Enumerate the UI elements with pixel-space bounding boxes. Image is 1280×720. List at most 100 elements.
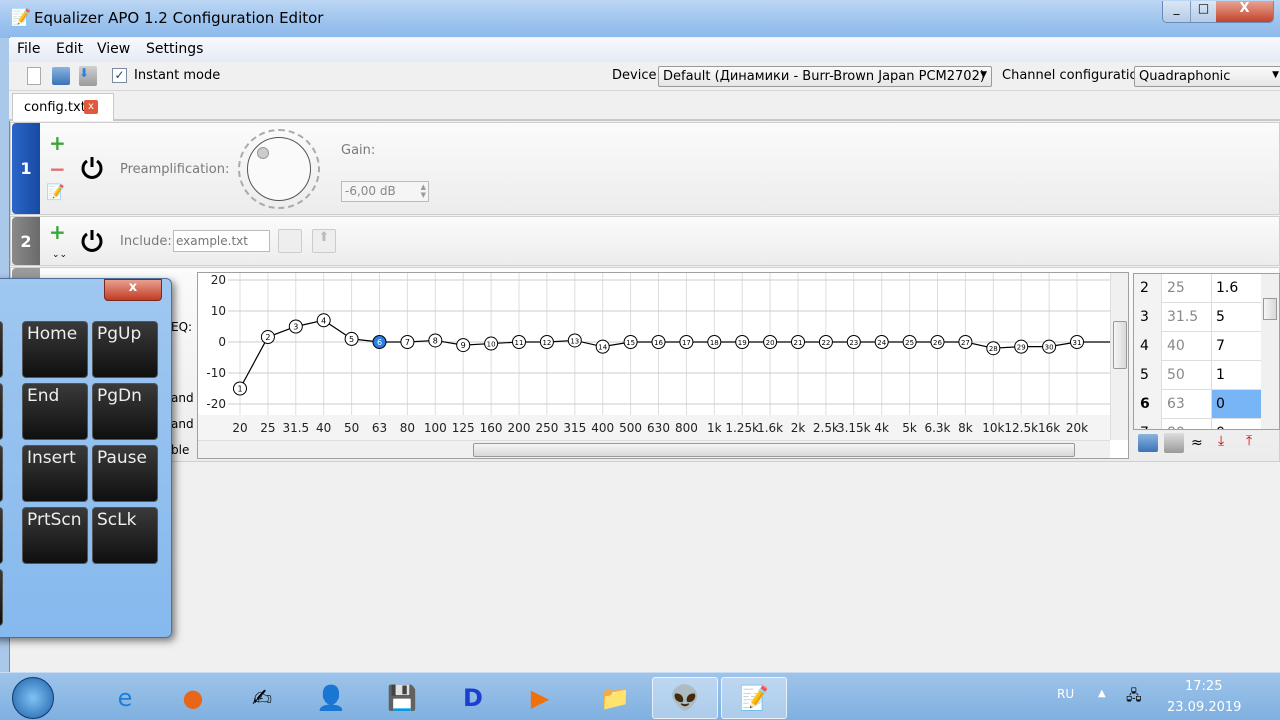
menu-view[interactable]: View [97,41,130,57]
eq-point-label[interactable]: 26 [933,339,942,347]
eq-point-label[interactable]: 29 [1017,344,1026,352]
reset-icon[interactable]: ⤒ [1246,433,1252,449]
expand-icon[interactable]: ⌄⌄ [52,250,67,260]
eq-point-label[interactable]: 22 [821,339,830,347]
eq-point-label[interactable]: 19 [738,339,747,347]
key-prtscn[interactable]: PrtScn [22,507,88,564]
eq-point-label[interactable]: 31 [1073,339,1082,347]
save-icon[interactable] [1164,433,1184,453]
key-home[interactable]: Home [22,321,88,378]
table-row[interactable]: 4 40 7 [1134,332,1261,361]
floppy-icon[interactable]: 💾 [372,677,432,719]
eq-point-label[interactable]: 10 [487,341,496,349]
eq-point-label[interactable]: 6 [377,338,382,347]
table-row[interactable]: 2 25 1.6 [1134,274,1261,303]
key-end[interactable]: End [22,383,88,440]
eq-point-label[interactable]: 20 [766,339,775,347]
spinner-arrows-icon[interactable]: ▲ ▼ [421,183,426,199]
minimize-button[interactable]: _ [1163,1,1190,22]
title-bar[interactable]: 📝 Equalizer APO 1.2 Configuration Editor… [0,0,1280,38]
eq-point-label[interactable]: 13 [570,337,579,345]
eq-point-label[interactable]: 1 [237,385,242,394]
clock-time[interactable]: 17:25 [1185,679,1222,694]
key-partial[interactable] [0,383,3,440]
scroll-thumb[interactable] [1263,298,1277,320]
edit-icon[interactable]: 📝 [46,183,65,201]
eq-point-label[interactable]: 23 [849,339,858,347]
power-icon[interactable] [79,228,105,254]
remove-icon[interactable]: − [49,157,66,181]
table-row[interactable]: 5 50 1 [1134,361,1261,390]
eq-point-label[interactable]: 2 [265,333,270,342]
close-button[interactable]: X [1216,1,1273,22]
eq-point-label[interactable]: 25 [905,339,914,347]
key-partial[interactable] [0,507,3,564]
table-row[interactable]: 6 63 0 [1134,390,1261,419]
save-file-icon[interactable]: ⬇ [79,66,97,86]
eq-point-label[interactable]: 28 [989,345,998,353]
normalize-icon[interactable]: ⤓ [1218,433,1224,449]
language-indicator[interactable]: RU [1057,687,1074,701]
foobar-icon[interactable]: 👽 [652,677,718,719]
include-file-input[interactable] [173,230,270,252]
eq-point-label[interactable]: 24 [877,339,886,347]
eq-chart[interactable]: 20100-10-2020 25 31.5 40 50 63 80 100 125 160 200 2… [198,273,1110,440]
eq-point-label[interactable]: 3 [293,323,298,332]
eq-point-label[interactable]: 11 [515,339,524,347]
firefox-icon[interactable]: ● [163,677,223,719]
add-icon[interactable]: + [49,131,66,155]
horizontal-scrollbar[interactable] [198,440,1110,458]
band-gain[interactable]: 0 [1211,390,1261,418]
media-player-icon[interactable]: ▶ [510,677,570,719]
internet-explorer-icon[interactable]: e [95,677,155,719]
vertical-scrollbar[interactable] [1110,273,1128,440]
explorer-icon[interactable]: 📁 [585,677,645,719]
band-gain[interactable]: 1.6 [1211,274,1261,302]
scroll-thumb[interactable] [1113,321,1127,369]
daum-player-icon[interactable]: D [443,677,503,719]
new-file-icon[interactable] [27,67,41,85]
upload-icon[interactable]: ⬆ [312,229,336,253]
eq-point-label[interactable]: 16 [654,339,663,347]
key-partial[interactable] [0,321,3,378]
device-select[interactable]: Default (Динамики - Burr-Brown Japan PCM… [658,66,992,87]
open-icon[interactable] [1138,434,1158,452]
eq-band-table[interactable]: 2251.6331.554407550166307800 [1133,273,1280,430]
table-row[interactable]: 3 31.5 5 [1134,303,1261,332]
eq-point-label[interactable]: 8 [433,336,438,345]
invert-response-icon[interactable]: ≈ [1191,435,1203,451]
menu-file[interactable]: File [17,41,40,57]
eq-point-label[interactable]: 5 [349,335,354,344]
eq-point-label[interactable]: 17 [682,339,691,347]
eq-point-label[interactable]: 14 [598,344,607,352]
eq-point-label[interactable]: 7 [405,338,410,347]
start-button[interactable] [12,677,54,719]
table-scrollbar[interactable] [1261,274,1279,429]
key-pause[interactable]: Pause [92,445,158,502]
table-row[interactable]: 7 80 0 [1134,419,1261,429]
eq-point-label[interactable]: 4 [321,316,326,325]
eq-point-label[interactable]: 15 [626,339,635,347]
channel-select[interactable]: Quadraphonic ▼ [1134,66,1280,87]
key-pgup[interactable]: PgUp [92,321,158,378]
key-partial[interactable] [0,569,3,626]
gain-knob[interactable] [247,137,311,201]
power-icon[interactable] [79,155,105,181]
gain-spinbox[interactable]: -6,00 dB ▲ ▼ [341,181,429,202]
eq-point-label[interactable]: 12 [542,339,551,347]
band-gain[interactable]: 1 [1211,361,1261,389]
network-icon[interactable]: 🖧 [1126,685,1142,709]
eq-point-label[interactable]: 18 [710,339,719,347]
tab-config[interactable]: config.txt x [12,93,114,121]
show-hidden-icons[interactable]: ▲ [1098,688,1106,699]
eq-point-label[interactable]: 30 [1045,344,1054,352]
key-pgdn[interactable]: PgDn [92,383,158,440]
band-gain[interactable]: 7 [1211,332,1261,360]
browse-file-button[interactable] [278,229,302,253]
instant-mode-checkbox[interactable]: ✓ [112,68,127,83]
sign-tool-icon[interactable]: ✍ [232,677,292,719]
band-gain[interactable]: 0 [1211,419,1261,429]
osk-close-button[interactable]: x [104,279,162,301]
eq-graph[interactable]: 20 10 0 -10 -20 20 25 31.5 40 50 63 80 100 125 160 200 2… [197,272,1129,459]
band-gain[interactable]: 5 [1211,303,1261,331]
